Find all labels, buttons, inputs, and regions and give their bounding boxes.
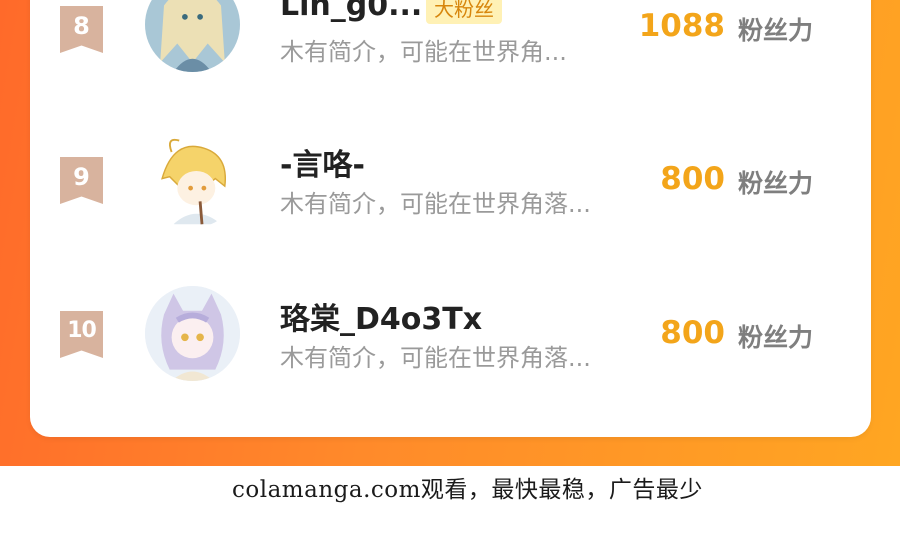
user-bio: 木有简介，可能在世界角落... xyxy=(280,344,591,372)
rank-badge: 9 xyxy=(60,157,103,204)
avatar[interactable] xyxy=(145,0,240,72)
fan-ranking-card: 8 Lin_g0... 大粉丝 木有简介，可能在世界角... 1088 粉丝力 … xyxy=(30,0,871,437)
list-item[interactable]: 10 珞棠_D4o3Tx 木有简介，可能在世界角落... 800 粉丝力 xyxy=(30,274,871,414)
list-item[interactable]: 8 Lin_g0... 大粉丝 木有简介，可能在世界角... 1088 粉丝力 xyxy=(30,0,871,110)
avatar[interactable] xyxy=(145,133,240,228)
avatar-image-icon xyxy=(145,0,240,72)
user-name[interactable]: Lin_g0... xyxy=(280,0,422,23)
fan-power-unit: 粉丝力 xyxy=(738,16,814,45)
avatar[interactable] xyxy=(145,286,240,381)
fan-power-score: 800 xyxy=(660,161,725,197)
user-bio: 木有简介，可能在世界角... xyxy=(280,38,567,66)
user-name[interactable]: 珞棠_D4o3Tx xyxy=(280,294,482,338)
list-item[interactable]: 9 -言咯- 木有简介，可能在世界角落... 800 粉丝力 xyxy=(30,120,871,260)
user-bio: 木有简介，可能在世界角落... xyxy=(280,190,591,218)
fan-power-unit: 粉丝力 xyxy=(738,323,814,352)
fan-power-unit: 粉丝力 xyxy=(738,169,814,198)
big-fan-badge: 大粉丝 xyxy=(426,0,502,24)
avatar-image-icon xyxy=(145,286,240,381)
source-watermark-text: colamanga.com观看，最快最稳，广告最少 xyxy=(232,477,703,503)
fan-power-score: 1088 xyxy=(638,8,725,44)
rank-badge: 10 xyxy=(60,311,103,358)
user-name[interactable]: -言咯- xyxy=(280,140,365,184)
fan-power-score: 800 xyxy=(660,315,725,351)
rank-badge: 8 xyxy=(60,6,103,53)
avatar-image-icon xyxy=(145,133,240,228)
